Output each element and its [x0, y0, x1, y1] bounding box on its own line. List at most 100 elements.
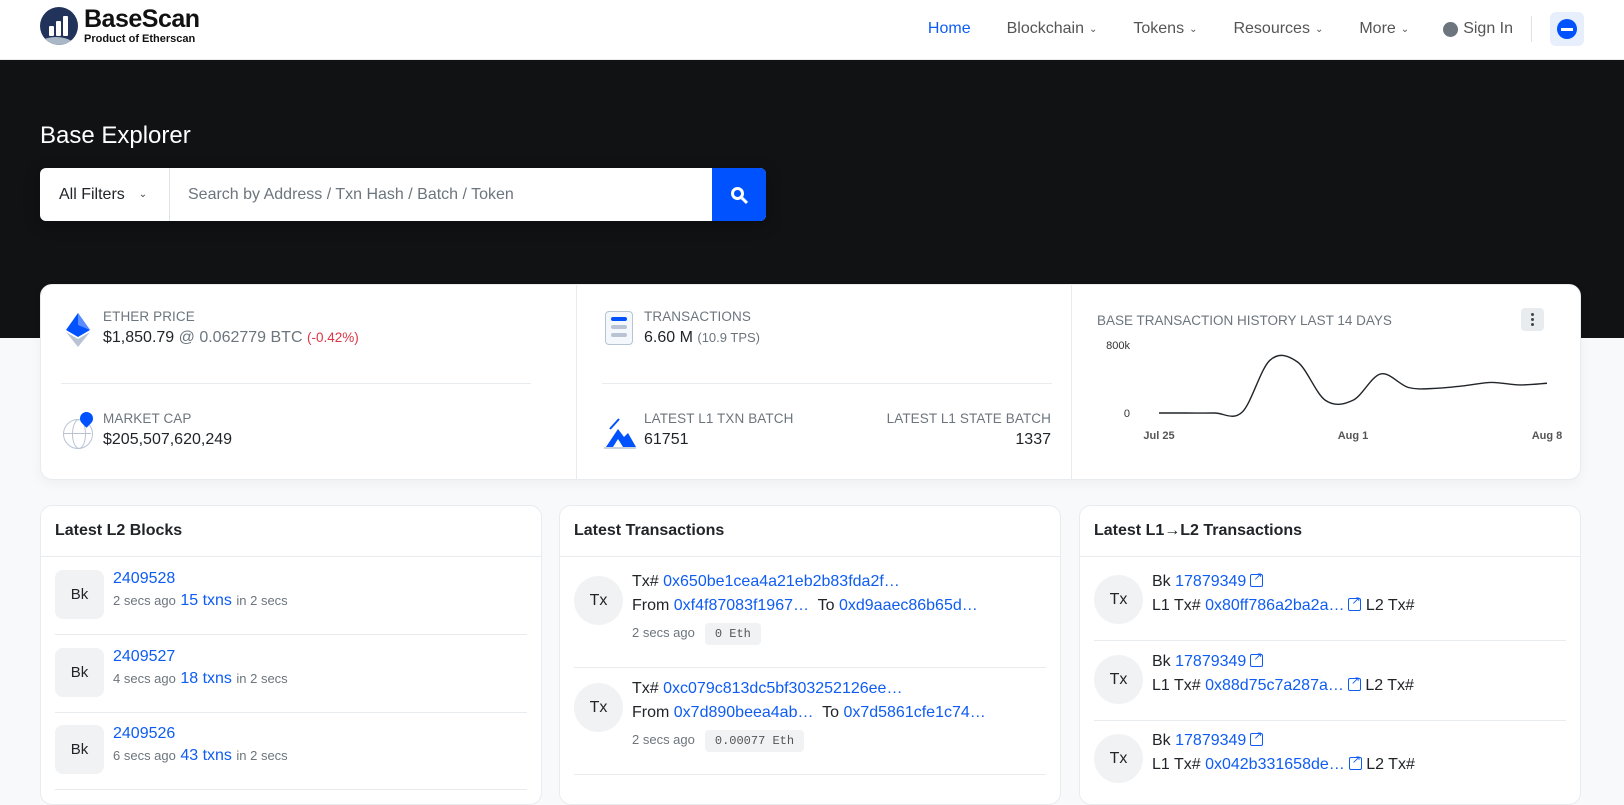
l1-l2-row: Tx Bk 17879349 L1 Tx# 0x88d75c7a287a… L2… — [1094, 650, 1566, 721]
external-link-icon[interactable] — [1348, 753, 1362, 770]
block-age: 2 secs ago — [113, 593, 176, 608]
l1-state-batch-label: LATEST L1 STATE BATCH — [886, 411, 1051, 426]
ether-price-value[interactable]: $1,850.79 — [103, 329, 174, 346]
stats-card: ETHER PRICE $1,850.79 @ 0.062779 BTC (-0… — [40, 284, 1581, 480]
search-bar: All Filters ⌄ — [40, 168, 766, 221]
from-address-link[interactable]: 0xf4f87083f1967… — [674, 597, 809, 614]
transaction-row: Tx Tx# 0x650be1cea4a21eb2b83fda2f… From … — [574, 573, 1046, 668]
external-link-icon[interactable] — [1347, 674, 1361, 691]
nav-blockchain[interactable]: Blockchain ⌄ — [1007, 20, 1098, 38]
filter-dropdown[interactable]: All Filters ⌄ — [40, 168, 170, 221]
nav-divider — [1531, 16, 1532, 42]
divider — [61, 383, 531, 384]
block-row: Bk 2409528 2 secs ago 15 txns in 2 secs — [55, 570, 527, 635]
block-txns-link[interactable]: 15 txns — [180, 592, 232, 609]
latest-transactions-card: Latest Transactions Tx Tx# 0x650be1cea4a… — [559, 505, 1061, 805]
base-network-icon — [1557, 19, 1577, 39]
chart-title: BASE TRANSACTION HISTORY LAST 14 DAYS — [1097, 313, 1392, 328]
l1-tx-link[interactable]: 0x042b331658de… — [1205, 756, 1345, 773]
sign-in-link[interactable]: Sign In — [1443, 20, 1513, 38]
block-time: in 2 secs — [236, 671, 288, 686]
x-tick-label: Aug 1 — [1338, 430, 1369, 442]
chevron-down-icon: ⌄ — [138, 189, 148, 200]
divider — [602, 383, 1052, 384]
tx-badge: Tx — [1094, 655, 1143, 704]
chart-menu-button[interactable] — [1521, 308, 1544, 331]
block-row: Bk 2409526 6 secs ago 43 txns in 2 secs — [55, 725, 527, 790]
l1-tx-link[interactable]: 0x80ff786a2ba2a… — [1205, 597, 1344, 614]
nav-more[interactable]: More ⌄ — [1359, 20, 1409, 38]
ethereum-icon — [66, 313, 90, 347]
block-number-link[interactable]: 2409526 — [113, 725, 175, 742]
from-address-link[interactable]: 0x7d890beea4ab… — [674, 704, 814, 721]
l1-l2-row: Tx Bk 17879349 L1 Tx# 0x80ff786a2ba2a… L… — [1094, 570, 1566, 641]
nav-tokens[interactable]: Tokens ⌄ — [1133, 20, 1197, 38]
external-link-icon[interactable] — [1250, 570, 1264, 587]
external-link-icon[interactable] — [1250, 650, 1264, 667]
block-time: in 2 secs — [236, 748, 288, 763]
block-txns-link[interactable]: 43 txns — [180, 747, 232, 764]
tx-hash-link[interactable]: 0xc079c813dc5bf303252126ee… — [663, 680, 902, 697]
chevron-down-icon: ⌄ — [1314, 23, 1324, 35]
latest-blocks-card: Latest L2 Blocks Bk 2409528 2 secs ago 1… — [40, 505, 542, 805]
nav-resources[interactable]: Resources ⌄ — [1233, 20, 1323, 38]
l1-tx-link[interactable]: 0x88d75c7a287a… — [1205, 677, 1344, 694]
ether-price-change: (-0.42%) — [306, 330, 359, 345]
transaction-history-line — [1158, 354, 1548, 417]
x-tick-label: Aug 8 — [1532, 430, 1563, 442]
block-badge: Bk — [55, 648, 104, 697]
transaction-row: Tx Tx# 0xc079c813dc5bf303252126ee… From … — [574, 680, 1046, 775]
block-badge: Bk — [55, 725, 104, 774]
chevron-down-icon: ⌄ — [1088, 23, 1098, 35]
block-number-link[interactable]: 2409527 — [113, 648, 175, 665]
ether-price-label: ETHER PRICE — [103, 309, 195, 324]
tx-badge: Tx — [1094, 575, 1143, 624]
page-title: Base Explorer — [40, 122, 191, 149]
tx-hash-link[interactable]: 0x650be1cea4a21eb2b83fda2f… — [663, 573, 900, 590]
tx-age: 2 secs ago — [632, 732, 695, 747]
external-link-icon[interactable] — [1250, 729, 1264, 746]
network-switch-button[interactable] — [1550, 12, 1584, 46]
user-circle-icon — [1443, 21, 1459, 37]
logo-subtitle: Product of Etherscan — [84, 33, 196, 45]
block-txns-link[interactable]: 18 txns — [180, 670, 232, 687]
transactions-value[interactable]: 6.60 M — [644, 329, 693, 346]
to-address-link[interactable]: 0x7d5861cfe1c74… — [843, 704, 985, 721]
logo-title: BaseScan — [84, 5, 200, 33]
card-title: Latest Transactions — [560, 506, 1060, 557]
transactions-label: TRANSACTIONS — [644, 309, 751, 324]
tx-value-badge: 0.00077 Eth — [704, 730, 805, 752]
l1-txn-batch-value[interactable]: 61751 — [644, 431, 689, 448]
l1-state-batch-value[interactable]: 1337 — [1015, 431, 1051, 448]
l1-txn-batch-label: LATEST L1 TXN BATCH — [644, 411, 794, 426]
nav-home[interactable]: Home — [928, 20, 971, 38]
tx-badge: Tx — [574, 683, 623, 732]
block-row: Bk 2409527 4 secs ago 18 txns in 2 secs — [55, 648, 527, 713]
tx-badge: Tx — [574, 576, 623, 625]
market-cap-value: $205,507,620,249 — [103, 431, 233, 448]
to-address-link[interactable]: 0xd9aaec86b65d… — [839, 597, 978, 614]
search-icon — [731, 186, 744, 200]
l1-block-link[interactable]: 17879349 — [1175, 732, 1246, 749]
x-tick-label: Jul 25 — [1143, 430, 1174, 442]
search-input[interactable] — [170, 168, 712, 221]
logo-mark-icon — [40, 7, 78, 45]
l1-block-link[interactable]: 17879349 — [1175, 573, 1246, 590]
chevron-down-icon: ⌄ — [1400, 23, 1410, 35]
chevron-down-icon: ⌄ — [1189, 23, 1198, 35]
y-tick-label: 0 — [1124, 408, 1130, 420]
transactions-doc-icon — [605, 311, 633, 345]
top-navbar: BaseScan Product of Etherscan Home Block… — [0, 0, 1624, 60]
card-title: Latest L2 Blocks — [41, 506, 541, 557]
l1-block-link[interactable]: 17879349 — [1175, 653, 1246, 670]
search-button[interactable] — [712, 168, 766, 221]
block-time: in 2 secs — [236, 593, 288, 608]
basescan-logo[interactable]: BaseScan Product of Etherscan — [40, 7, 200, 45]
latest-l1-l2-transactions-card: Latest L1→L2 Transactions Tx Bk 17879349… — [1079, 505, 1581, 805]
market-cap-label: MARKET CAP — [103, 411, 192, 426]
block-number-link[interactable]: 2409528 — [113, 570, 175, 587]
ether-btc-value: @ 0.062779 BTC — [178, 329, 303, 346]
y-tick-label: 800k — [1106, 340, 1130, 352]
tx-age: 2 secs ago — [632, 625, 695, 640]
external-link-icon[interactable] — [1348, 594, 1362, 611]
